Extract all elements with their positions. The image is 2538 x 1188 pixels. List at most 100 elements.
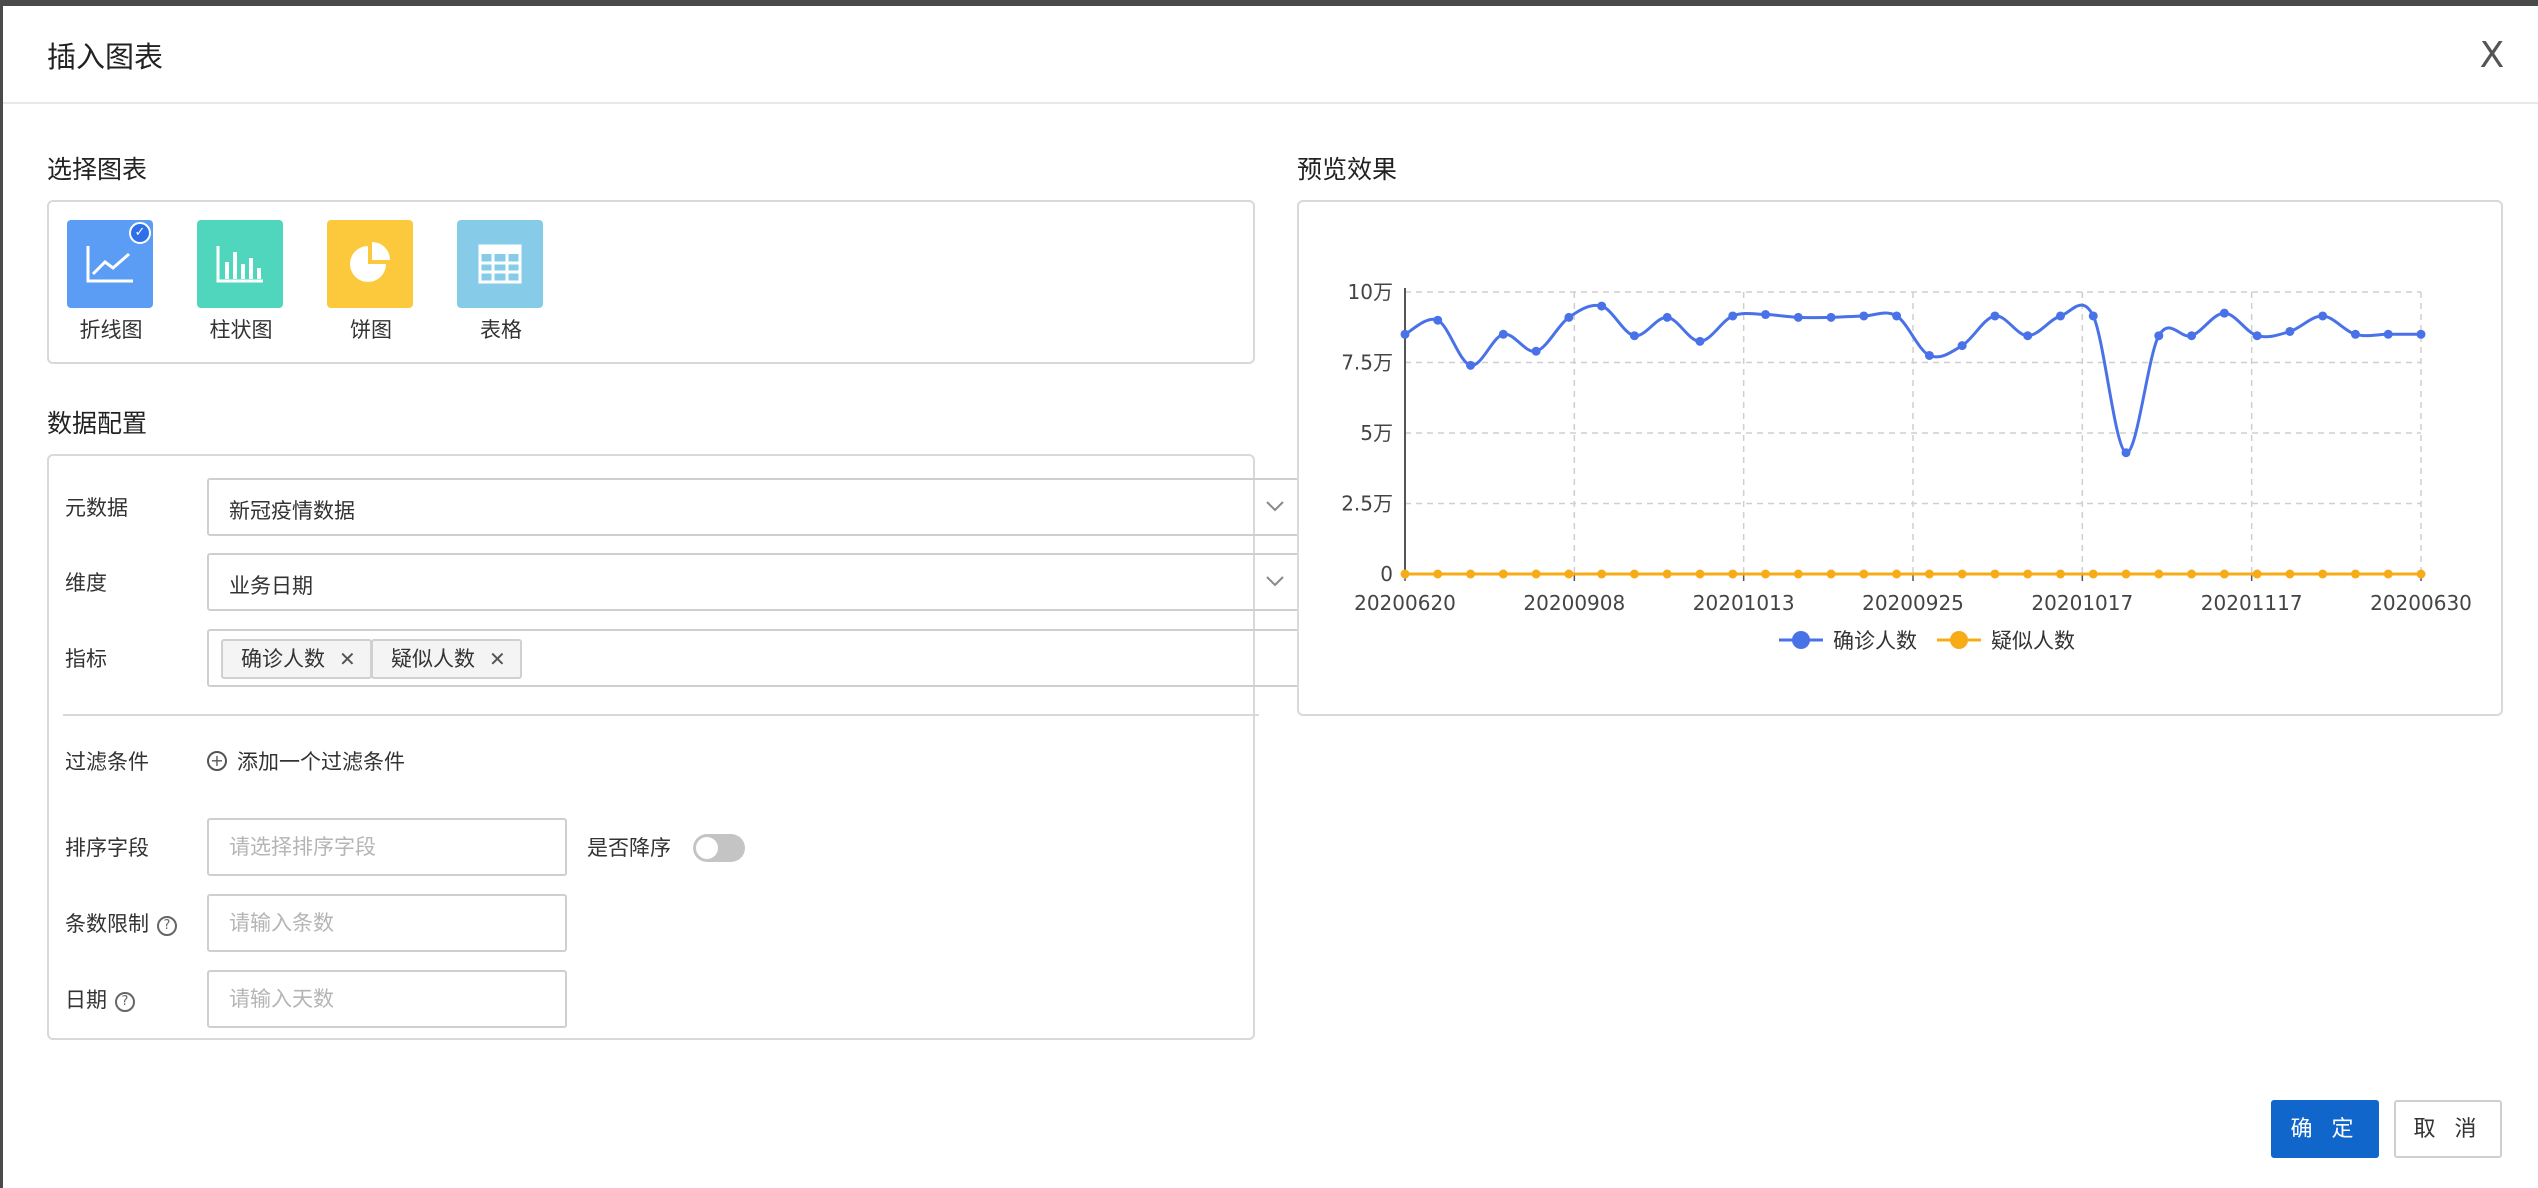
data-point <box>1629 569 1639 579</box>
metrics-multiselect[interactable]: 确诊人数 ✕ 疑似人数 ✕ <box>207 629 1307 687</box>
remove-tag-icon[interactable]: ✕ <box>489 647 506 671</box>
x-tick-label: 20201017 <box>2031 591 2133 615</box>
data-point <box>2088 311 2098 321</box>
data-point <box>2121 448 2131 458</box>
sort-field-input[interactable] <box>207 818 567 876</box>
help-icon[interactable]: ? <box>157 916 177 936</box>
data-point <box>2023 569 2033 579</box>
data-point <box>1400 569 1410 579</box>
data-point <box>1400 329 1410 339</box>
data-point <box>1466 569 1476 579</box>
data-point <box>2318 311 2328 321</box>
data-point <box>1990 569 2000 579</box>
chart-type-label: 饼图 <box>350 318 392 342</box>
data-point <box>2383 329 2393 339</box>
data-point <box>1892 311 1902 321</box>
toggle-knob <box>696 837 718 859</box>
legend-marker <box>1950 631 1968 649</box>
metric-tag-label: 疑似人数 <box>391 647 475 671</box>
metric-tag-label: 确诊人数 <box>241 647 325 671</box>
modal-title: 插入图表 <box>47 40 164 74</box>
dimension-value: 业务日期 <box>229 574 313 598</box>
table-tile[interactable] <box>457 220 543 308</box>
data-point <box>1629 331 1639 341</box>
data-config-title: 数据配置 <box>47 409 148 438</box>
legend-label: 确诊人数 <box>1833 629 1917 653</box>
data-point <box>1990 311 2000 321</box>
data-point <box>2219 308 2229 318</box>
data-point <box>1761 569 1771 579</box>
pie-chart-tile[interactable] <box>327 220 413 308</box>
chart-type-bar[interactable]: 柱状图 <box>197 220 285 344</box>
x-tick-label: 20200620 <box>1354 591 1456 615</box>
data-point <box>2154 331 2164 341</box>
x-tick-label: 20200908 <box>1523 591 1625 615</box>
metadata-label: 元数据 <box>65 496 128 520</box>
data-point <box>2285 326 2295 336</box>
sort-desc-label: 是否降序 <box>587 836 671 860</box>
chart-type-table[interactable]: 表格 <box>457 220 545 344</box>
cancel-button[interactable]: 取 消 <box>2394 1100 2502 1158</box>
data-point <box>2416 569 2426 579</box>
limit-input[interactable] <box>207 894 567 952</box>
x-tick-label: 20200630 <box>2370 591 2472 615</box>
data-point <box>1957 569 1967 579</box>
line-chart-icon <box>86 246 133 283</box>
data-point <box>1793 312 1803 322</box>
data-point <box>2154 569 2164 579</box>
data-point <box>2187 331 2197 341</box>
x-tick-label: 20201117 <box>2201 591 2303 615</box>
x-tick-label: 20201013 <box>1693 591 1795 615</box>
data-point <box>2121 569 2131 579</box>
dimension-select[interactable]: 业务日期 <box>207 553 1307 611</box>
chart-select-title: 选择图表 <box>47 155 148 184</box>
data-point <box>1564 569 1574 579</box>
data-point <box>1531 346 1541 356</box>
data-point <box>1957 341 1967 351</box>
selected-check-icon: ✓ <box>129 222 151 244</box>
bar-chart-tile[interactable] <box>197 220 283 308</box>
form-divider <box>63 714 1259 716</box>
chart-type-box: ✓ 折线图 柱状图 饼图 表格 <box>47 200 1255 364</box>
data-point <box>1826 569 1836 579</box>
preview-line-chart: 0 2.5万 5万 7.5万 10万 20200620 20200908 20201013 20… <box>1341 280 2472 653</box>
metadata-select[interactable]: 新冠疫情数据 <box>207 478 1307 536</box>
chart-type-pie[interactable]: 饼图 <box>327 220 415 344</box>
data-point <box>2350 329 2360 339</box>
data-point <box>2416 329 2426 339</box>
data-point <box>1433 569 1443 579</box>
table-icon <box>478 244 522 284</box>
add-filter-label: 添加一个过滤条件 <box>237 750 405 774</box>
data-point <box>1892 569 1902 579</box>
metadata-value: 新冠疫情数据 <box>229 499 355 523</box>
add-filter-button[interactable]: + 添加一个过滤条件 <box>207 746 405 776</box>
data-point <box>1433 315 1443 325</box>
date-days-input[interactable] <box>207 970 567 1028</box>
legend-label: 疑似人数 <box>1991 629 2075 653</box>
help-icon[interactable]: ? <box>115 992 135 1012</box>
data-point <box>1564 312 1574 322</box>
data-point <box>1695 569 1705 579</box>
data-point <box>1924 569 1934 579</box>
close-icon[interactable]: X <box>2472 36 2512 76</box>
insert-chart-modal: 插入图表 X 选择图表 ✓ 折线图 柱状图 饼图 表格 数据配置 元数据 新冠疫… <box>3 6 2538 1188</box>
remove-tag-icon[interactable]: ✕ <box>339 647 356 671</box>
metric-tag: 确诊人数 ✕ <box>221 639 372 679</box>
data-point <box>1859 569 1869 579</box>
data-point <box>1662 312 1672 322</box>
data-point <box>1531 569 1541 579</box>
sort-desc-toggle[interactable] <box>693 834 745 862</box>
preview-box: 0 2.5万 5万 7.5万 10万 20200620 20200908 20201013 20… <box>1297 200 2503 716</box>
y-tick-label: 5万 <box>1360 421 1393 445</box>
data-point <box>1826 312 1836 322</box>
bar-chart-icon <box>216 246 263 283</box>
chart-type-line[interactable]: ✓ 折线图 <box>67 220 155 344</box>
legend-marker <box>1792 631 1810 649</box>
sort-label: 排序字段 <box>65 836 149 860</box>
confirm-button[interactable]: 确 定 <box>2271 1100 2379 1158</box>
line-chart-tile[interactable]: ✓ <box>67 220 153 308</box>
pie-chart-icon <box>350 242 390 282</box>
chevron-down-icon <box>1266 576 1284 587</box>
data-point <box>1793 569 1803 579</box>
modal-header: 插入图表 X <box>3 6 2538 104</box>
